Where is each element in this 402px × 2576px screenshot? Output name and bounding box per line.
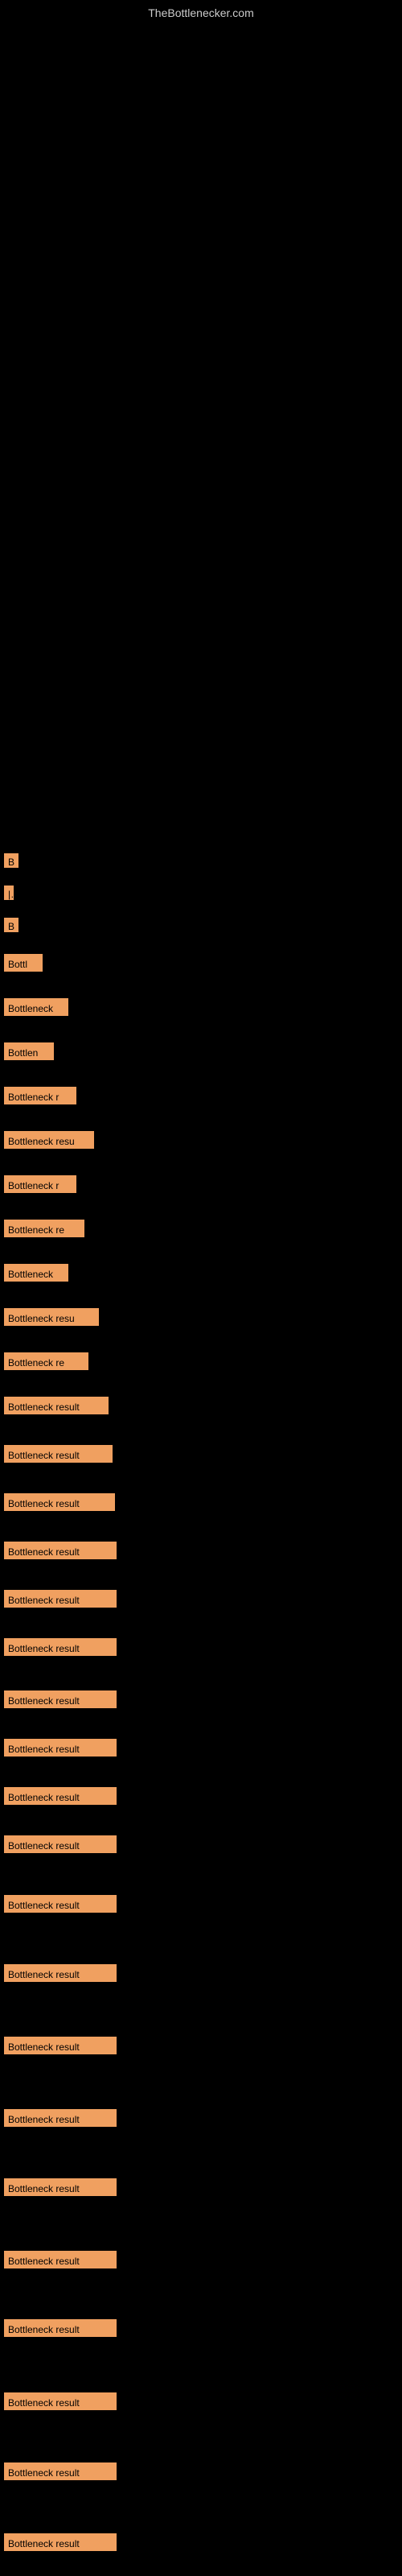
bottleneck-result-label: Bottleneck result: [4, 2178, 117, 2196]
bottleneck-result-label: Bottleneck result: [4, 2251, 117, 2268]
bottleneck-result-label: Bottlen: [4, 1042, 54, 1060]
bottleneck-result-label: Bottleneck resu: [4, 1131, 94, 1149]
bottleneck-result-label: Bottleneck result: [4, 2037, 117, 2054]
bottleneck-result-label: Bottleneck result: [4, 2392, 117, 2410]
bottleneck-result-label: B: [4, 918, 18, 932]
bottleneck-result-label: Bottleneck result: [4, 1638, 117, 1656]
bottleneck-result-label: B: [4, 853, 18, 868]
bottleneck-result-label: Bottleneck result: [4, 2109, 117, 2127]
bottleneck-result-label: Bottleneck result: [4, 1397, 109, 1414]
bottleneck-result-label: Bottleneck result: [4, 1445, 113, 1463]
bottleneck-result-label: Bottleneck result: [4, 1690, 117, 1708]
bottleneck-result-label: Bottleneck result: [4, 1542, 117, 1559]
bottleneck-result-label: Bottleneck result: [4, 2462, 117, 2480]
bottleneck-result-label: Bottleneck result: [4, 1739, 117, 1757]
bottleneck-result-label: Bottleneck resu: [4, 1308, 99, 1326]
bottleneck-result-label: Bottleneck result: [4, 1787, 117, 1805]
bottleneck-result-label: Bottleneck: [4, 1264, 68, 1282]
bottleneck-result-label: |: [4, 886, 14, 900]
bottleneck-result-label: Bottleneck result: [4, 2319, 117, 2337]
bottleneck-result-label: Bottleneck r: [4, 1087, 76, 1104]
site-title: TheBottlenecker.com: [148, 6, 254, 19]
bottleneck-result-label: Bottleneck result: [4, 1493, 115, 1511]
bottleneck-result-label: Bottleneck re: [4, 1220, 84, 1237]
bottleneck-result-label: Bottl: [4, 954, 43, 972]
bottleneck-result-label: Bottleneck re: [4, 1352, 88, 1370]
bottleneck-result-label: Bottleneck: [4, 998, 68, 1016]
bottleneck-result-label: Bottleneck r: [4, 1175, 76, 1193]
bottleneck-result-label: Bottleneck result: [4, 1590, 117, 1608]
bottleneck-result-label: Bottleneck result: [4, 1895, 117, 1913]
bottleneck-result-label: Bottleneck result: [4, 2533, 117, 2551]
bottleneck-result-label: Bottleneck result: [4, 1835, 117, 1853]
bottleneck-result-label: Bottleneck result: [4, 1964, 117, 1982]
